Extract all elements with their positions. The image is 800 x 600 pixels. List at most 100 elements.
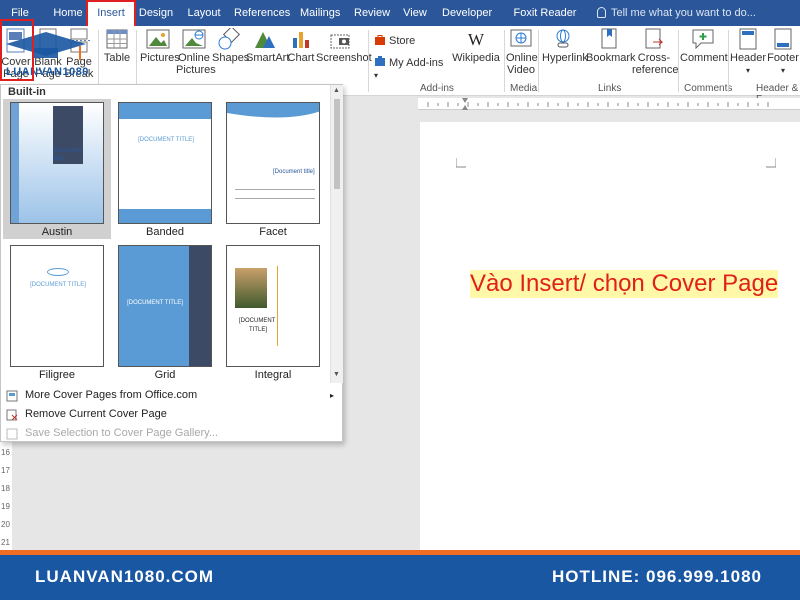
store-button[interactable]: Store: [374, 34, 424, 47]
vertical-ruler: 16 17 18 19 20 21: [0, 442, 12, 550]
header-label: Header: [730, 52, 767, 64]
facet-thumbnail: [Document title]: [226, 102, 320, 224]
tab-home[interactable]: Home: [50, 0, 86, 26]
ruler-label: 17: [1, 466, 10, 475]
integral-photo: [235, 268, 267, 308]
grid-side: [189, 246, 211, 366]
shapes-button[interactable]: Shapes: [212, 28, 250, 64]
grid-thumbnail: [DOCUMENT TITLE]: [118, 245, 212, 367]
tab-design[interactable]: Design: [138, 0, 174, 26]
template-name: Integral: [254, 369, 292, 381]
ruler-label: 16: [1, 448, 10, 457]
shapes-label: Shapes: [212, 52, 250, 64]
template-integral[interactable]: [DOCUMENT TITLE] Integral: [219, 242, 327, 382]
ribbon-separator: [728, 30, 729, 92]
online-video-button[interactable]: Online Video: [506, 28, 538, 76]
pictures-button[interactable]: Pictures: [140, 28, 180, 64]
template-facet[interactable]: [Document title] Facet: [219, 99, 327, 239]
group-label-comments: Comments: [684, 83, 733, 94]
tab-view[interactable]: View: [402, 0, 428, 26]
wikipedia-label: Wikipedia: [452, 52, 500, 64]
group-label-addins: Add-ins: [420, 83, 454, 94]
ruler-label: 19: [1, 502, 10, 511]
template-name: Grid: [154, 369, 176, 381]
footer-button[interactable]: Footer ▾: [766, 28, 800, 77]
scroll-down-arrow[interactable]: ▼: [333, 371, 340, 378]
template-banded[interactable]: [DOCUMENT TITLE] Banded: [111, 99, 219, 239]
integral-rule: [277, 266, 278, 346]
tab-developer[interactable]: Developer: [442, 0, 492, 26]
save-selection-icon: [6, 428, 18, 440]
header-button[interactable]: Header ▾: [730, 28, 766, 77]
banded-top: [119, 103, 211, 119]
gallery-heading: Built-in: [8, 86, 46, 98]
cross-reference-icon: [645, 28, 664, 49]
pictures-label: Pictures: [140, 52, 180, 64]
template-name: Facet: [259, 226, 287, 238]
chevron-down-icon: ▾: [745, 66, 750, 75]
header-icon: [739, 28, 757, 50]
tab-mailings[interactable]: Mailings: [300, 0, 340, 26]
office-pages-icon: [6, 390, 18, 402]
more-cover-pages-label: More Cover Pages from Office.com: [25, 389, 198, 401]
addins-icon: [375, 56, 385, 66]
austin-title-text: [Document title]: [53, 148, 83, 162]
hyperlink-label: Hyperlink: [542, 52, 588, 64]
banded-thumbnail: [DOCUMENT TITLE]: [118, 102, 212, 224]
ribbon-separator: [678, 30, 679, 92]
filigree-title: [DOCUMENT TITLE]: [30, 282, 86, 288]
screenshot-button[interactable]: Screenshot: [316, 28, 372, 64]
bookmark-button[interactable]: Bookmark: [586, 28, 636, 64]
scroll-up-arrow[interactable]: ▲: [333, 87, 340, 94]
integral-title-1: [DOCUMENT: [239, 318, 276, 324]
screenshot-icon: [330, 34, 350, 49]
online-pictures-label: Online Pictures: [176, 52, 216, 76]
tab-foxit[interactable]: Foxit Reader PDF: [505, 0, 585, 45]
store-icon: [375, 35, 385, 45]
svg-text:W: W: [468, 30, 485, 49]
template-grid[interactable]: [DOCUMENT TITLE] Grid: [111, 242, 219, 382]
smartart-icon: [255, 32, 275, 48]
template-austin[interactable]: [Document title] Austin: [3, 99, 111, 239]
tab-layout[interactable]: Layout: [186, 0, 222, 26]
smartart-button[interactable]: SmartArt: [246, 28, 289, 64]
scroll-thumb[interactable]: [334, 99, 340, 189]
filigree-thumbnail: [DOCUMENT TITLE]: [10, 245, 104, 367]
integral-title-2: TITLE]: [249, 327, 268, 333]
ribbon-separator: [136, 30, 137, 92]
gallery-scrollbar[interactable]: ▲ ▼: [330, 85, 343, 383]
ribbon-separator: [538, 30, 539, 92]
comment-label: Comment: [680, 52, 728, 64]
tab-references[interactable]: References: [234, 0, 290, 26]
document-page[interactable]: [420, 122, 800, 550]
cover-page-gallery: Built-in [Document title] Austin [DOCUME…: [0, 84, 343, 442]
online-pictures-button[interactable]: Online Pictures: [176, 28, 216, 76]
footer-label: Footer: [767, 52, 799, 64]
wikipedia-button[interactable]: W Wikipedia: [450, 28, 502, 64]
ribbon-separator: [368, 30, 369, 92]
template-filigree[interactable]: [DOCUMENT TITLE] Filigree: [3, 242, 111, 382]
comment-button[interactable]: Comment: [680, 28, 728, 64]
tell-me-box[interactable]: Tell me what you want to do...: [597, 0, 756, 26]
my-addins-button[interactable]: My Add-ins ▾: [374, 56, 446, 82]
austin-thumbnail: [Document title]: [10, 102, 104, 224]
comment-icon: [692, 29, 714, 50]
chevron-down-icon: ▾: [780, 66, 785, 75]
cross-reference-label: Cross-reference: [632, 52, 679, 76]
online-video-icon: [510, 29, 532, 47]
footer-icon: [774, 28, 792, 50]
shapes-icon: [218, 28, 240, 50]
ribbon-separator: [98, 30, 99, 92]
tell-me-text: Tell me what you want to do...: [611, 7, 756, 19]
cross-reference-button[interactable]: Cross-reference: [632, 28, 679, 76]
remove-cover-page-item[interactable]: Remove Current Cover Page: [1, 405, 342, 424]
more-cover-pages-item[interactable]: More Cover Pages from Office.com ▸: [1, 386, 342, 405]
save-selection-label: Save Selection to Cover Page Gallery...: [25, 427, 219, 439]
tab-insert[interactable]: Insert: [86, 0, 136, 28]
hyperlink-button[interactable]: Hyperlink: [542, 28, 588, 64]
table-button[interactable]: Table: [102, 28, 132, 64]
austin-band: [11, 103, 19, 223]
chart-button[interactable]: Chart: [286, 28, 316, 64]
tab-review[interactable]: Review: [354, 0, 390, 26]
banded-bottom: [119, 209, 211, 223]
